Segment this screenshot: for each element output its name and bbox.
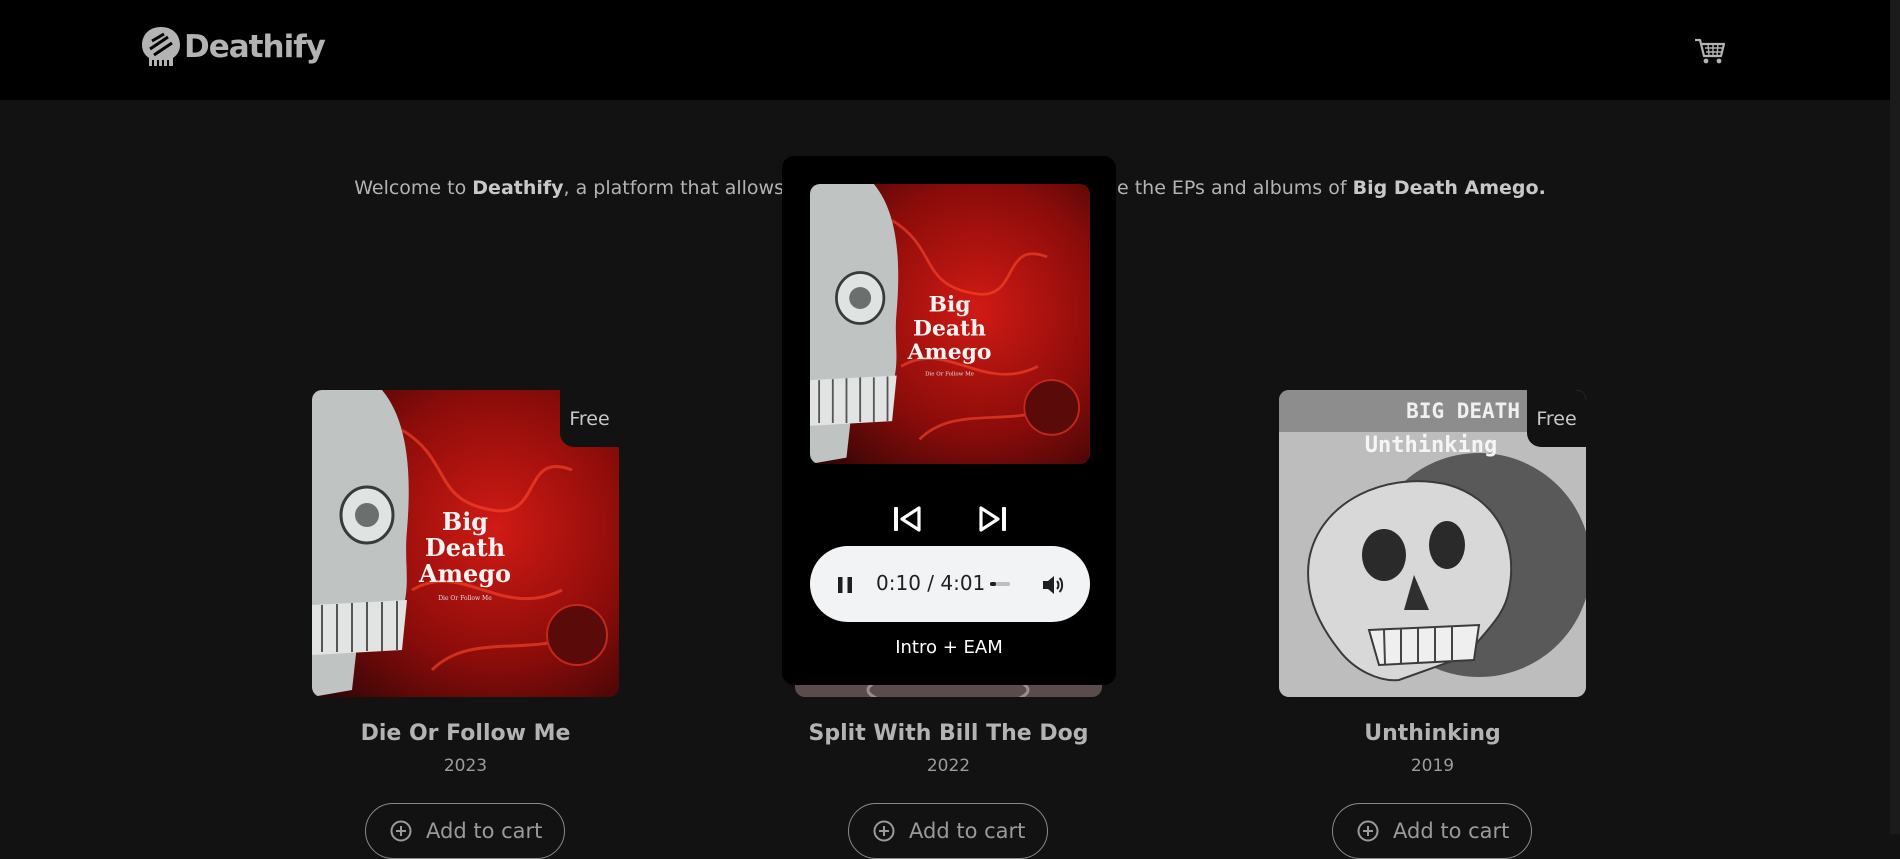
cover-band-line-2: Death bbox=[425, 533, 505, 562]
add-to-cart-button[interactable]: Add to cart bbox=[848, 803, 1048, 859]
track-name: Intro + EAM bbox=[895, 637, 1003, 658]
album-title: Unthinking bbox=[1364, 721, 1501, 746]
album-year: 2023 bbox=[443, 756, 488, 776]
add-circle-icon bbox=[1357, 820, 1379, 842]
previous-track-icon[interactable] bbox=[891, 503, 923, 535]
volume-icon[interactable] bbox=[1040, 572, 1066, 598]
add-to-cart-button[interactable]: Add to cart bbox=[365, 803, 565, 859]
player-cover-art: Big Death Amego Die Or Follow Me bbox=[810, 184, 1090, 464]
cover-band-line-3: Amego bbox=[418, 559, 511, 588]
add-circle-icon bbox=[390, 820, 412, 842]
seek-bar-fill bbox=[990, 582, 997, 586]
cover-band-line-3: Amego bbox=[907, 339, 992, 365]
cover-subtitle: Die Or Follow Me bbox=[438, 595, 492, 602]
album-cover[interactable]: Big Death Amego Die Or Follow Me Free bbox=[312, 390, 619, 697]
free-badge: Free bbox=[560, 390, 619, 447]
seek-bar[interactable] bbox=[990, 582, 1010, 586]
pause-icon[interactable] bbox=[834, 574, 856, 596]
album-title: Die Or Follow Me bbox=[360, 721, 571, 746]
album-card-die-or-follow-me: Big Death Amego Die Or Follow Me Free Di… bbox=[312, 390, 619, 859]
album-cover[interactable]: BIG DEATH AMEGO Unthinking Free bbox=[1279, 390, 1586, 697]
playback-time: 0:10 / 4:01 bbox=[876, 571, 986, 595]
album-year: 2022 bbox=[926, 756, 971, 776]
cover-band-line-2: Death bbox=[913, 315, 986, 341]
album-year: 2019 bbox=[1410, 756, 1455, 776]
album-card-unthinking: BIG DEATH AMEGO Unthinking Free Unthinki… bbox=[1279, 390, 1586, 859]
album-title: Split With Bill The Dog bbox=[808, 721, 1089, 746]
add-to-cart-label: Add to cart bbox=[426, 819, 543, 843]
next-track-icon[interactable] bbox=[977, 503, 1009, 535]
page-scrollbar[interactable] bbox=[1890, 0, 1900, 834]
free-badge: Free bbox=[1527, 390, 1586, 447]
cover-album-name: Unthinking bbox=[1365, 433, 1497, 458]
music-player: Big Death Amego Die Or Follow Me 0:10 / … bbox=[782, 156, 1116, 685]
add-to-cart-label: Add to cart bbox=[909, 819, 1026, 843]
cover-band-line-1: Big bbox=[442, 507, 488, 536]
audio-controls: 0:10 / 4:01 bbox=[810, 546, 1090, 622]
cart-icon[interactable] bbox=[1693, 36, 1727, 66]
add-circle-icon bbox=[873, 820, 895, 842]
brand-name: Deathify bbox=[184, 29, 326, 65]
cover-band-line-1: Big bbox=[928, 292, 970, 318]
skull-logo-icon bbox=[142, 27, 180, 66]
player-cover: Big Death Amego Die Or Follow Me bbox=[810, 184, 1090, 464]
logo[interactable]: Deathify bbox=[140, 24, 326, 70]
cover-subtitle: Die Or Follow Me bbox=[925, 372, 974, 378]
add-to-cart-label: Add to cart bbox=[1393, 819, 1510, 843]
add-to-cart-button[interactable]: Add to cart bbox=[1332, 803, 1532, 859]
site-header: Deathify bbox=[0, 0, 1890, 100]
